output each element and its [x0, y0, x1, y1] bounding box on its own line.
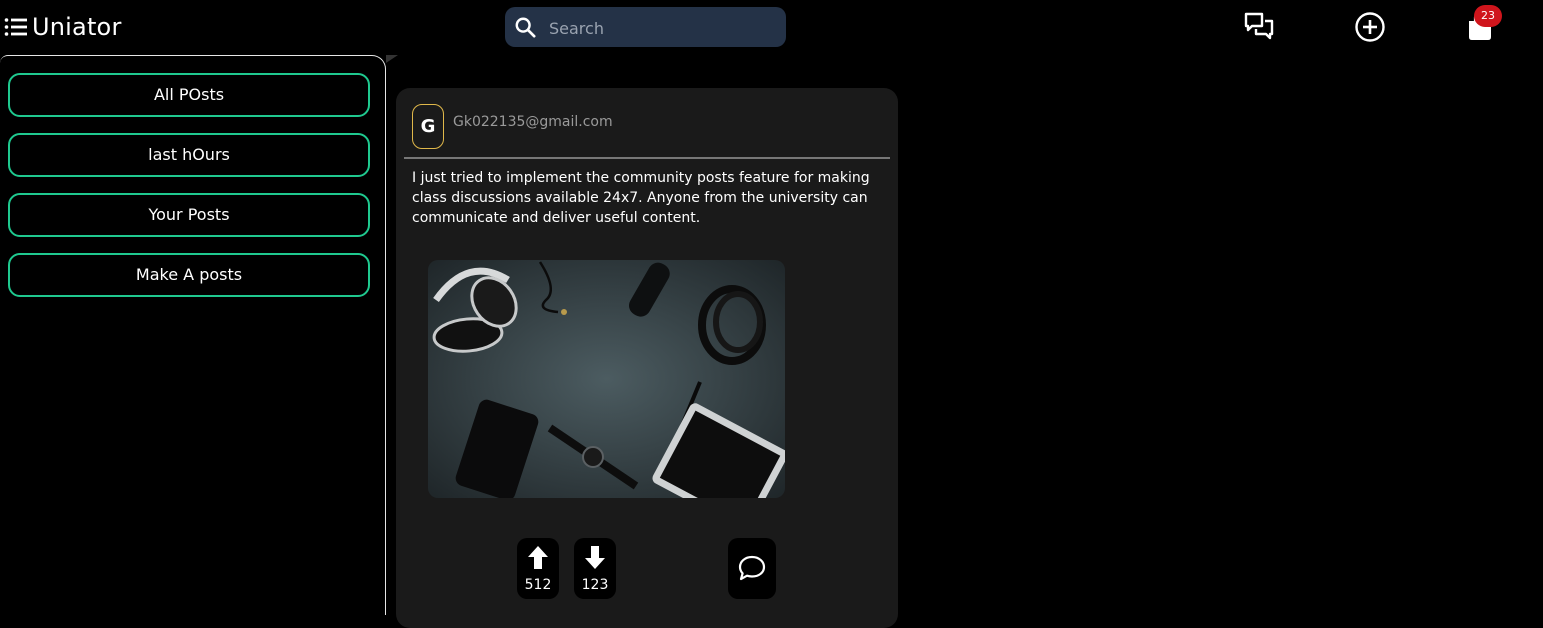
upvote-count: 512 — [524, 577, 552, 593]
post-image[interactable] — [428, 260, 785, 498]
sidebar: All POsts last hOurs Your Posts Make A p… — [0, 55, 386, 615]
upvote-button[interactable]: 512 — [517, 538, 559, 599]
post-author[interactable]: Gk022135@gmail.com — [453, 114, 613, 130]
sidebar-notch — [386, 55, 398, 63]
notification-badge: 23 — [1474, 5, 1502, 27]
avatar[interactable]: G — [412, 104, 444, 149]
search-icon — [515, 17, 536, 38]
arrow-up-icon — [528, 546, 548, 569]
downvote-count: 123 — [581, 577, 609, 593]
search-bar — [505, 7, 786, 49]
post-card: G Gk022135@gmail.com I just tried to imp… — [396, 88, 898, 628]
brand: Uniator — [4, 10, 122, 44]
sidebar-item-your-posts[interactable]: Your Posts — [8, 193, 370, 237]
sidebar-item-all-posts[interactable]: All POsts — [8, 73, 370, 117]
sidebar-item-last-hours[interactable]: last hOurs — [8, 133, 370, 177]
top-bar: Uniator 23 — [0, 0, 1543, 55]
comment-icon — [738, 555, 766, 581]
sidebar-item-make-a-post[interactable]: Make A posts — [8, 253, 370, 297]
downvote-button[interactable]: 123 — [574, 538, 616, 599]
post-image-illustration — [428, 260, 785, 498]
comment-button[interactable] — [728, 538, 776, 599]
arrow-down-icon — [585, 546, 605, 569]
add-circle-icon[interactable] — [1354, 11, 1386, 43]
menu-icon[interactable] — [4, 16, 28, 38]
app-title: Uniator — [32, 13, 122, 41]
search-input[interactable] — [547, 7, 781, 49]
chat-bubbles-icon[interactable] — [1243, 11, 1275, 43]
post-body: I just tried to implement the community … — [412, 170, 870, 226]
divider — [404, 157, 890, 159]
